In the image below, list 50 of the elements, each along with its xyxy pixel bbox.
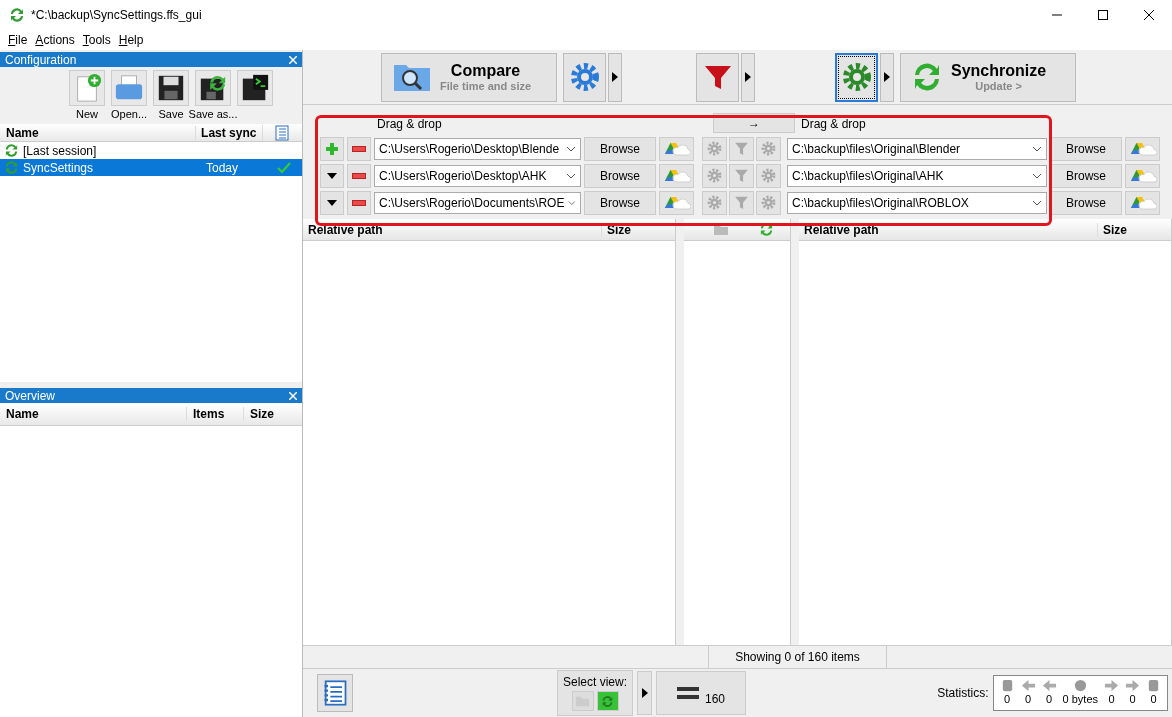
- column-header[interactable]: Last sync: [195, 125, 262, 140]
- synchronize-button[interactable]: Synchronize Update >: [900, 52, 1076, 102]
- column-header[interactable]: Size: [1097, 222, 1171, 237]
- window-title: *C:\backup\SyncSettings.ffs_gui: [31, 8, 203, 22]
- folder-field[interactable]: C:\Users\Rogerio\Desktop\AHK: [374, 164, 581, 187]
- browse-button[interactable]: Browse: [584, 136, 656, 161]
- compare-button[interactable]: Compare File time and size: [381, 52, 557, 102]
- tool-label: Save as...: [188, 108, 238, 120]
- browse-button[interactable]: Browse: [584, 163, 656, 188]
- statistic-value: 0 bytes: [1062, 693, 1098, 705]
- config-row[interactable]: [Last session]: [0, 142, 302, 159]
- panel-title: Configuration: [5, 52, 77, 67]
- menu-item[interactable]: Help: [118, 33, 144, 47]
- config-row[interactable]: SyncSettings Today: [0, 159, 302, 176]
- last-sync: Today: [206, 160, 239, 175]
- equal-filter-button[interactable]: 160: [656, 671, 746, 715]
- folder-field[interactable]: C:\backup\files\Original\Blender: [787, 137, 1047, 160]
- drop-label: Drag & drop: [377, 117, 443, 131]
- statistic-value: 0: [1150, 693, 1157, 705]
- tool-label: Open...: [110, 108, 148, 120]
- statistic-value: 0: [1024, 693, 1032, 705]
- column-header[interactable]: Size: [243, 407, 300, 421]
- menu-item[interactable]: Tools: [82, 33, 111, 47]
- panel-title: Overview: [5, 388, 55, 403]
- statistics-label: Statistics:: [937, 686, 989, 700]
- folder-field[interactable]: C:\backup\files\Original\AHK: [787, 164, 1047, 187]
- browse-button[interactable]: Browse: [1050, 136, 1122, 161]
- menu-item[interactable]: File: [8, 33, 28, 47]
- browse-button[interactable]: Browse: [1050, 190, 1122, 215]
- browse-button[interactable]: Browse: [1050, 163, 1122, 188]
- tool-label: New: [76, 108, 98, 120]
- folder-field[interactable]: C:\backup\files\Original\ROBLOX: [787, 191, 1047, 214]
- folder-field[interactable]: C:\Users\Rogerio\Desktop\Blende: [374, 137, 581, 160]
- statistic-value: 0: [1129, 693, 1136, 705]
- status-text: Showing 0 of 160 items: [708, 646, 887, 668]
- column-header[interactable]: Relative path: [303, 222, 601, 237]
- browse-button[interactable]: Browse: [584, 190, 656, 215]
- folder-field[interactable]: C:\Users\Rogerio\Documents\ROE: [374, 191, 581, 214]
- drop-label: Drag & drop: [801, 117, 866, 131]
- column-header[interactable]: Name: [0, 125, 196, 140]
- config-name: [Last session]: [23, 143, 98, 158]
- statistic-value: 0: [1108, 693, 1115, 705]
- statistic-value: 0: [1045, 693, 1053, 705]
- config-name: SyncSettings: [23, 160, 95, 175]
- tool-label: Save: [158, 108, 184, 120]
- column-header[interactable]: Items: [186, 407, 243, 421]
- statistic-value: 0: [1003, 693, 1011, 705]
- menu-item[interactable]: Actions: [35, 33, 75, 47]
- select-view-label: Select view:: [563, 675, 627, 689]
- column-header[interactable]: Name: [0, 407, 186, 421]
